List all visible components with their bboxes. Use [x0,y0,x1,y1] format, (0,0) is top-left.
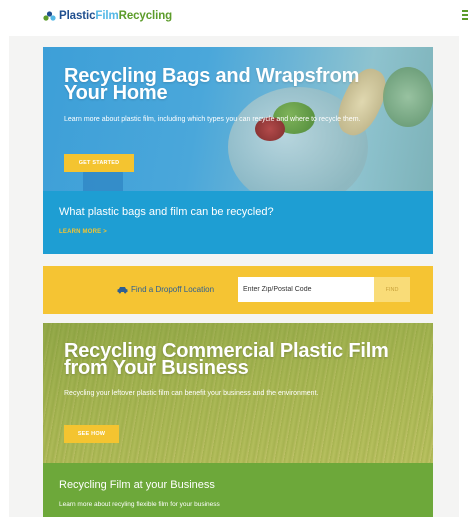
site-header: Plastic Film Recycling [0,0,468,34]
hamburger-menu-icon[interactable] [462,10,468,20]
logo-text-film: Film [95,10,119,22]
site-logo[interactable]: Plastic Film Recycling [43,10,172,22]
hero-business-title: Recycling Commercial Plastic Film from Y… [64,340,389,379]
get-started-button[interactable]: GET STARTED [64,154,134,172]
zip-code-input[interactable] [238,277,374,302]
hero-business-description: Recycling your leftover plastic film can… [64,390,319,397]
dropoff-label-text: Find a Dropoff Location [131,285,215,294]
hero-home-recycling: Recycling Bags and Wrapsfrom Your Home L… [43,47,433,191]
find-button[interactable]: FIND [374,277,410,302]
film-types-banner[interactable]: What plastic bags and film can be recycl… [43,191,433,254]
hero-home-description: Learn more about plastic film, including… [64,116,361,123]
logo-text-recycling: Recycling [118,10,173,22]
logo-text-plastic: Plastic [59,10,96,22]
recycle-hands-icon [43,10,56,21]
page: Plastic Film Recycling Recycling Bags and … [0,0,468,517]
business-film-title: Recycling Film at your Business [59,479,215,491]
learn-more-link[interactable]: LEARN MORE > [59,229,107,235]
film-types-question: What plastic bags and film can be recycl… [59,206,274,218]
dropoff-locator: Find a Dropoff Location FIND [43,266,433,314]
business-film-banner[interactable]: Recycling Film at your Business Learn mo… [43,463,433,517]
see-how-button[interactable]: SEE HOW [64,425,119,443]
dropoff-label: Find a Dropoff Location [117,285,214,294]
hero-business-recycling: Recycling Commercial Plastic Film from Y… [43,323,433,463]
business-film-subtitle: Learn more about recyling flexible film … [59,501,220,508]
car-icon [117,286,128,293]
hero-home-title: Recycling Bags and Wrapsfrom Your Home [64,65,360,104]
